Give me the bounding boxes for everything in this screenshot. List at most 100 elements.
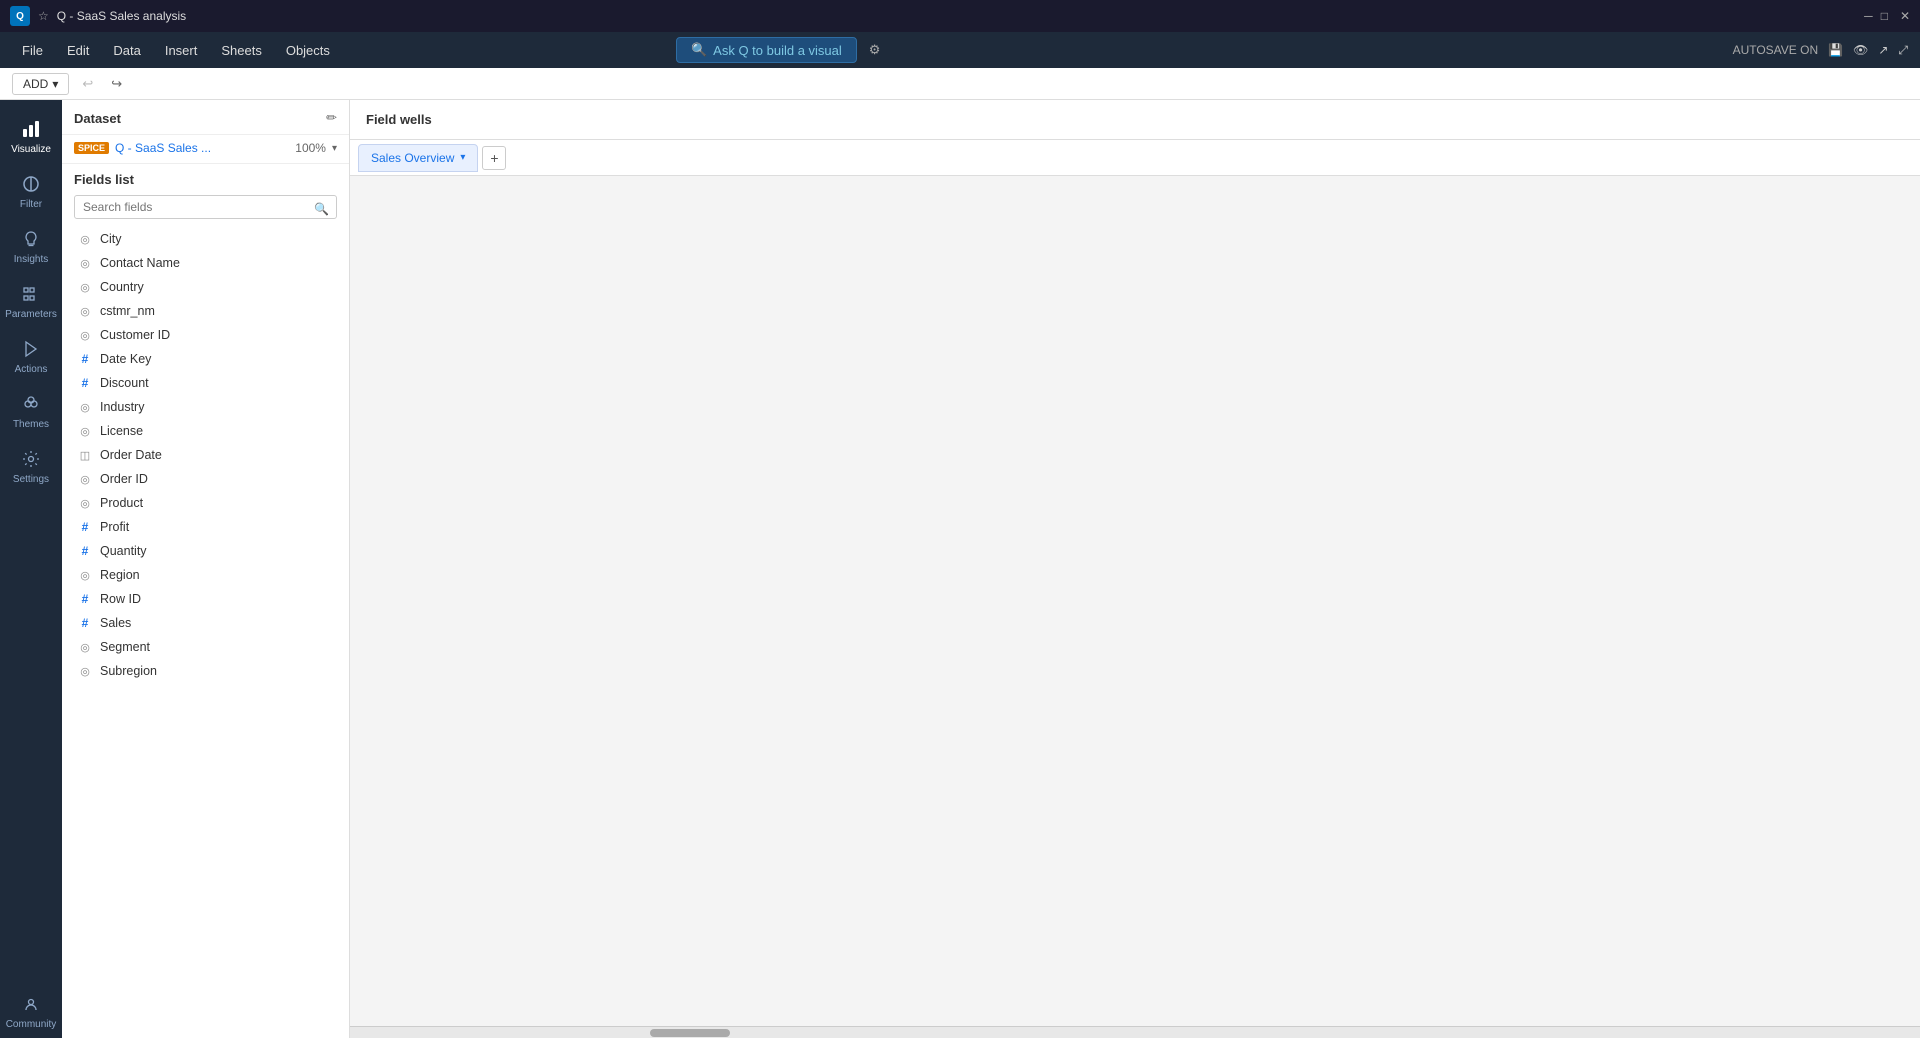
right-controls: AUTOSAVE ON 💾 👁 ↗ ⤢ xyxy=(1733,43,1908,58)
menu-edit[interactable]: Edit xyxy=(57,39,99,62)
field-item[interactable]: #Sales xyxy=(62,611,349,635)
field-type-icon: # xyxy=(78,352,92,366)
main-layout: Visualize Filter Insight xyxy=(0,100,1920,1038)
field-item[interactable]: ◎Contact Name xyxy=(62,251,349,275)
sidebar-item-filter[interactable]: Filter xyxy=(0,163,62,218)
field-type-icon: ◎ xyxy=(78,496,92,510)
field-item[interactable]: ◎ Order ID xyxy=(62,467,349,491)
share-icon[interactable]: ↗ xyxy=(1878,43,1888,57)
expand-icon[interactable]: ⤢ xyxy=(1898,43,1908,58)
canvas-area[interactable] xyxy=(350,176,1920,1026)
field-item[interactable]: ◎Region xyxy=(62,563,349,587)
field-name: Profit xyxy=(100,520,129,534)
minimize-button[interactable]: ─ xyxy=(1864,9,1873,23)
sidebar-item-parameters[interactable]: Parameters xyxy=(0,273,62,328)
undo-button[interactable]: ↩ xyxy=(77,73,98,95)
sidebar-item-themes[interactable]: Themes xyxy=(0,383,62,438)
sidebar-item-actions[interactable]: Actions xyxy=(0,328,62,383)
field-item[interactable]: ◎ City xyxy=(62,227,349,251)
window-title: Q - SaaS Sales analysis xyxy=(57,9,186,23)
preview-icon[interactable]: 👁 xyxy=(1853,43,1868,57)
field-name: Segment xyxy=(100,640,150,654)
themes-label: Themes xyxy=(13,419,49,430)
add-button[interactable]: ADD ▾ xyxy=(12,73,69,95)
field-name: City xyxy=(100,232,122,246)
field-name: Customer ID xyxy=(100,328,170,342)
field-item[interactable]: ◎ Subregion xyxy=(62,659,349,683)
parameters-icon xyxy=(20,283,42,305)
field-type-icon: ◎ xyxy=(78,568,92,582)
autosave-label: AUTOSAVE ON xyxy=(1733,43,1819,57)
field-item[interactable]: #Quantity xyxy=(62,539,349,563)
field-item[interactable]: ◫Order Date xyxy=(62,443,349,467)
menu-data[interactable]: Data xyxy=(103,39,150,62)
add-chevron-icon: ▾ xyxy=(52,77,58,91)
field-type-icon: ◎ xyxy=(78,232,92,246)
field-item[interactable]: # Profit xyxy=(62,515,349,539)
save-icon[interactable]: 💾 xyxy=(1828,43,1843,57)
sidebar-item-visualize[interactable]: Visualize xyxy=(0,108,62,163)
scrollbar-area[interactable] xyxy=(350,1026,1920,1038)
field-item[interactable]: ◎Segment xyxy=(62,635,349,659)
sidebar-item-community[interactable]: Community xyxy=(0,983,62,1038)
dataset-header: Dataset ✏ xyxy=(62,100,349,135)
field-item[interactable]: # Row ID xyxy=(62,587,349,611)
menu-bar: File Edit Data Insert Sheets Objects 🔍 A… xyxy=(0,32,1920,68)
field-item[interactable]: ◎License xyxy=(62,419,349,443)
scroll-thumb[interactable] xyxy=(650,1029,730,1037)
star-icon[interactable]: ☆ xyxy=(38,9,49,23)
add-sheet-button[interactable]: + xyxy=(482,146,506,170)
menu-objects[interactable]: Objects xyxy=(276,39,340,62)
field-name: cstmr_nm xyxy=(100,304,155,318)
menu-sheets[interactable]: Sheets xyxy=(211,39,271,62)
search-icon: 🔍 xyxy=(314,202,329,216)
menu-file[interactable]: File xyxy=(12,39,53,62)
field-item[interactable]: ◎Product xyxy=(62,491,349,515)
field-type-icon: ◎ xyxy=(78,256,92,270)
field-name: Discount xyxy=(100,376,149,390)
redo-button[interactable]: ↪ xyxy=(106,73,127,95)
ask-q-button[interactable]: 🔍 Ask Q to build a visual xyxy=(676,37,857,63)
maximize-button[interactable]: □ xyxy=(1881,9,1888,23)
search-icon: 🔍 xyxy=(691,42,707,58)
close-button[interactable]: ✕ xyxy=(1900,9,1910,23)
field-item[interactable]: ◎ cstmr_nm xyxy=(62,299,349,323)
field-type-icon: ◎ xyxy=(78,304,92,318)
field-name: Row ID xyxy=(100,592,141,606)
field-name: Subregion xyxy=(100,664,157,678)
sidebar-item-insights[interactable]: Insights xyxy=(0,218,62,273)
tab-chevron-icon: ▾ xyxy=(460,152,465,163)
insights-icon xyxy=(20,228,42,250)
tabs-bar: Sales Overview ▾ + xyxy=(350,140,1920,176)
field-name: Country xyxy=(100,280,144,294)
insights-label: Insights xyxy=(14,254,48,265)
settings-gear-icon[interactable]: ⚙ xyxy=(865,38,885,62)
field-type-icon: ◎ xyxy=(78,664,92,678)
menu-insert[interactable]: Insert xyxy=(155,39,208,62)
field-item[interactable]: # Discount xyxy=(62,371,349,395)
field-item[interactable]: ◎ Country xyxy=(62,275,349,299)
field-item[interactable]: #Date Key xyxy=(62,347,349,371)
field-type-icon: ◎ xyxy=(78,280,92,294)
field-name: Order ID xyxy=(100,472,148,486)
field-type-icon: # xyxy=(78,376,92,390)
visualize-icon xyxy=(20,118,42,140)
fields-list-title: Fields list xyxy=(62,164,349,191)
field-item[interactable]: ◎Industry xyxy=(62,395,349,419)
settings-icon xyxy=(20,448,42,470)
sidebar-item-settings[interactable]: Settings xyxy=(0,438,62,493)
content-wrapper: ADD ▾ ↩ ↪ Visualize xyxy=(0,68,1920,1038)
field-type-icon: # xyxy=(78,520,92,534)
edit-dataset-icon[interactable]: ✏ xyxy=(326,110,337,126)
search-fields-input[interactable] xyxy=(74,195,337,219)
field-type-icon: ◎ xyxy=(78,472,92,486)
app-logo: Q xyxy=(10,6,30,26)
field-name: License xyxy=(100,424,143,438)
left-sidebar: Visualize Filter Insight xyxy=(0,100,62,1038)
field-type-icon: # xyxy=(78,592,92,606)
sheet-tab-sales-overview[interactable]: Sales Overview ▾ xyxy=(358,144,478,172)
field-item[interactable]: ◎Customer ID xyxy=(62,323,349,347)
main-content: Field wells Sales Overview ▾ + xyxy=(350,100,1920,1038)
search-wrap: 🔍 xyxy=(62,191,349,227)
dataset-chevron-icon[interactable]: ▾ xyxy=(332,143,337,154)
